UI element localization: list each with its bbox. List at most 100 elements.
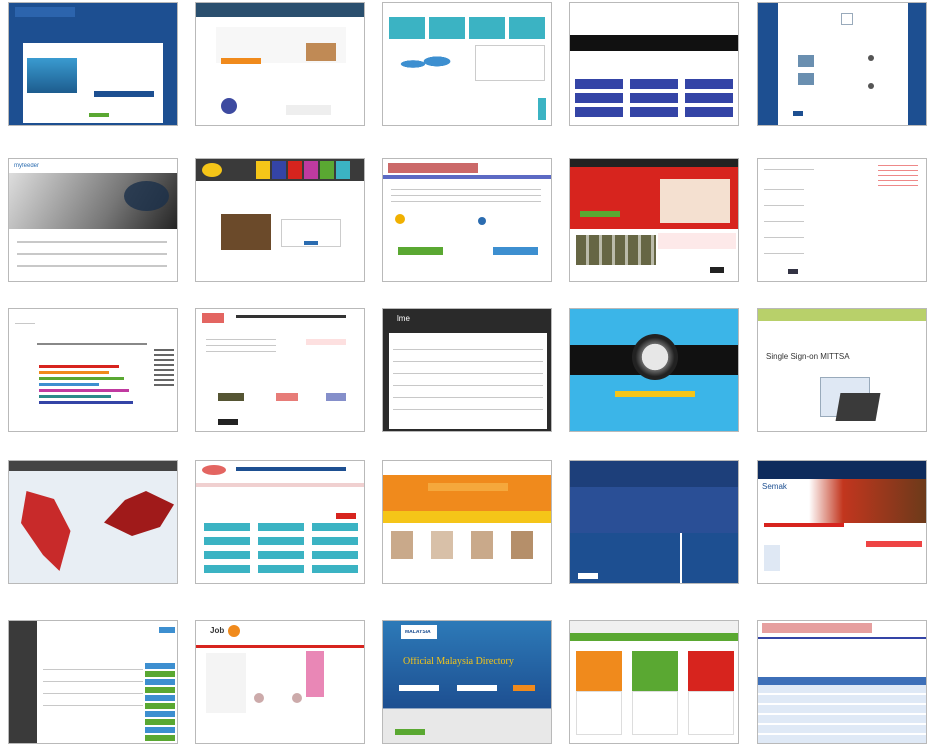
category-button[interactable] [258, 565, 304, 573]
green-button[interactable] [398, 247, 443, 255]
text-line [391, 201, 541, 202]
stat-card [429, 17, 465, 39]
action-buttons[interactable] [145, 663, 175, 741]
category-button[interactable] [258, 537, 304, 545]
header-title [236, 467, 346, 471]
thumbnail-22[interactable]: Job [195, 620, 365, 744]
table-row [43, 705, 143, 706]
module-card[interactable] [576, 651, 622, 691]
box-image [306, 43, 336, 61]
header [570, 461, 738, 487]
tile-icon[interactable] [288, 161, 302, 179]
orange-button[interactable] [221, 58, 261, 64]
tile-icon[interactable] [272, 161, 286, 179]
category-button[interactable] [204, 551, 250, 559]
submit-button[interactable] [788, 269, 798, 274]
thumbnail-10[interactable] [757, 158, 927, 282]
text-line [206, 339, 276, 340]
search-field[interactable] [428, 483, 508, 491]
search-button[interactable] [336, 513, 356, 519]
menu-button[interactable] [575, 107, 623, 117]
thumbnail-23[interactable]: MALAYSIA Official Malaysia Directory [382, 620, 552, 744]
search-input[interactable] [457, 685, 497, 691]
module-card[interactable] [632, 651, 678, 691]
profile-photo [471, 531, 493, 559]
category-button[interactable] [204, 565, 250, 573]
menu-button[interactable] [575, 93, 623, 103]
thumbnail-13[interactable]: lme [382, 308, 552, 432]
circular-emblem [632, 334, 678, 380]
menu-button[interactable] [575, 79, 623, 89]
thumbnail-18[interactable] [382, 460, 552, 584]
category-button[interactable] [258, 523, 304, 531]
thumbnail-3[interactable] [382, 2, 552, 126]
category-button[interactable] [312, 565, 358, 573]
thumbnail-8[interactable] [382, 158, 552, 282]
table-row [393, 397, 543, 398]
menu-button[interactable] [630, 93, 678, 103]
tile-icon[interactable] [320, 161, 334, 179]
thumbnail-11[interactable] [8, 308, 178, 432]
category-button[interactable] [258, 551, 304, 559]
thumbnail-1[interactable] [8, 2, 178, 126]
button[interactable] [159, 627, 175, 633]
menu-button[interactable] [630, 107, 678, 117]
thumbnail-16[interactable] [8, 460, 178, 584]
blue-button[interactable] [493, 247, 538, 255]
menu-button[interactable] [685, 93, 733, 103]
thumbnail-15[interactable]: Single Sign-on MITTSA [757, 308, 927, 432]
thumbnail-14[interactable] [569, 308, 739, 432]
photo [221, 214, 271, 250]
thumbnail-21[interactable] [8, 620, 178, 744]
cta-button[interactable] [580, 211, 620, 217]
site-logo: myfeeder [14, 163, 40, 169]
button[interactable] [578, 573, 598, 579]
tile-icon[interactable] [256, 161, 270, 179]
profile-photo [391, 531, 413, 559]
thumbnail-grid: myfeeder lme Single Sign-on MITTSA Semak… [0, 0, 937, 746]
search-button[interactable] [710, 267, 724, 273]
category-button[interactable] [312, 523, 358, 531]
link[interactable] [866, 541, 922, 547]
thumbnail-5[interactable] [757, 2, 927, 126]
logo [202, 465, 226, 475]
product-grid [576, 235, 656, 265]
menu-button[interactable] [685, 107, 733, 117]
bar-mark [39, 389, 129, 392]
thumbnail-6[interactable]: myfeeder [8, 158, 178, 282]
category-button[interactable] [204, 537, 250, 545]
tile-icon[interactable] [304, 161, 318, 179]
partner-logo [218, 393, 244, 401]
filter-label [15, 323, 35, 324]
search-button[interactable] [513, 685, 535, 691]
thumbnail-25[interactable] [757, 620, 927, 744]
left-border [758, 3, 778, 125]
bar-mark [39, 371, 109, 374]
top-header [196, 3, 364, 17]
tile-icon[interactable] [336, 161, 350, 179]
category-button[interactable] [312, 537, 358, 545]
thumbnail-20[interactable]: Semak [757, 460, 927, 584]
green-button[interactable] [395, 729, 425, 735]
thumbnail-12[interactable] [195, 308, 365, 432]
module-card[interactable] [688, 651, 734, 691]
nav-bar [196, 483, 364, 487]
table-row [43, 669, 143, 670]
search-input[interactable] [399, 685, 439, 691]
thumbnail-7[interactable] [195, 158, 365, 282]
thumbnail-24[interactable] [569, 620, 739, 744]
thumbnail-9[interactable] [569, 158, 739, 282]
thumbnail-19[interactable] [569, 460, 739, 584]
yellow-label[interactable] [615, 391, 695, 397]
button[interactable] [304, 241, 318, 245]
green-button[interactable] [89, 113, 109, 117]
thumbnail-4[interactable] [569, 2, 739, 126]
thumbnail-17[interactable] [195, 460, 365, 584]
button[interactable] [793, 111, 803, 116]
menu-button[interactable] [630, 79, 678, 89]
category-button[interactable] [204, 523, 250, 531]
menu-button[interactable] [685, 79, 733, 89]
thumbnail-2[interactable] [195, 2, 365, 126]
table-body [758, 685, 926, 743]
category-button[interactable] [312, 551, 358, 559]
